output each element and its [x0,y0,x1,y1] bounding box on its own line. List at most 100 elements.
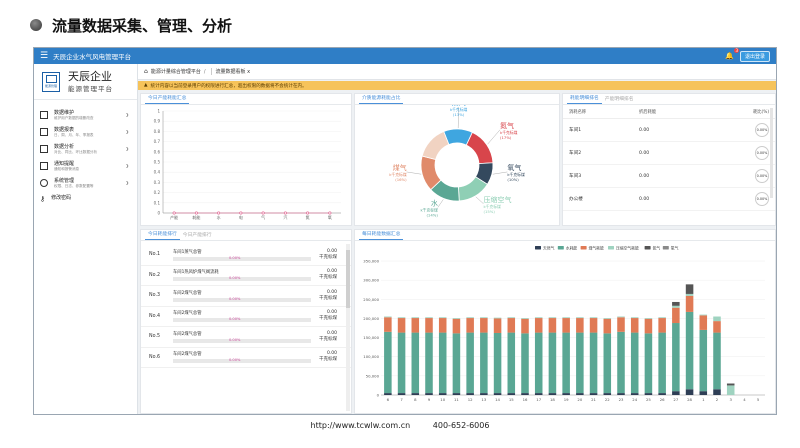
bar-segment [658,332,666,394]
legend-swatch [580,246,587,250]
sidebar-item-system-management[interactable]: 系统管理 权限、日志、参数配置等 ❯ [34,174,137,191]
logout-button[interactable]: 退出登录 [739,50,770,62]
x-tick-label: 25 [646,397,651,402]
donut-chart-panel: 介质能源耗能占比 蒸汽k千克标煤(13%)氮气k千克标煤(17%)氧气k千克标煤… [354,93,560,226]
y-tick-label: 300,000 [363,278,379,283]
bar-segment [411,318,420,333]
bar-segment [452,333,461,394]
bar-segment [507,393,516,395]
tab-production-ranking[interactable]: 产能明细排名 [602,95,637,104]
tab-today-energy-summary[interactable]: 今日产能耗能汇总 [145,94,190,104]
bar-segment [452,393,461,395]
bar-segment [452,318,461,334]
slice-pct-label: (14%) [426,212,438,217]
bar-segment [699,315,708,330]
x-tick-label: 产能 [170,214,178,220]
bar-segment [493,332,502,394]
x-tick-label: 13 [481,397,486,402]
bar-segment [438,332,447,394]
bullet-icon [30,19,42,31]
breadcrumb: ⌂ 能源计量综合管理平台 / 流量数据看板 x [138,64,776,80]
bar-segment [425,393,433,395]
list-item[interactable]: No.5 车间2煤气总管 0.00% 0.00 千克标煤 [141,327,351,348]
scrollbar[interactable] [770,108,773,198]
alert-icon [40,162,48,170]
x-tick-label: 氧 [328,214,332,220]
bar-segment [466,393,474,395]
table-row[interactable]: 车间2 0.00 0.00% [563,142,775,165]
chevron-down-icon: ❯ [125,163,129,168]
bar-segment [438,317,447,319]
table-header: 消耗名称 折后耗能 耗比(%) [563,105,775,119]
sidebar-item-data-reports[interactable]: 数据报表 日、周、月、年、季报表 ❯ [34,123,137,140]
tab-today-consumption-ranking[interactable]: 今日耗能排行 [145,230,180,240]
table-row[interactable]: 办公楼 0.00 0.00% [563,188,775,211]
table-row[interactable]: 车间3 0.00 0.00% [563,165,775,188]
bar-segment [672,323,680,392]
footer-url[interactable]: http://www.tcwlw.com.cn [311,421,411,430]
list-item[interactable]: No.2 车间1热风炉煤气阀流耗 0.00% 0.00 千克标煤 [141,266,351,286]
x-tick-label: 12 [468,397,473,402]
bar-segment [603,333,612,394]
x-tick-label: 气 [261,214,265,220]
y-tick-label: 150,000 [363,335,379,340]
chevron-down-icon: ❯ [125,146,129,151]
bar-segment [672,301,680,306]
warning-icon: ▲ [144,83,148,88]
tab-flow-dashboard[interactable]: 流量数据看板 x [210,68,250,75]
tab-daily-consumption-summary[interactable]: 每日耗能数据汇总 [359,230,404,240]
bar-segment [589,317,598,319]
sidebar: 能源管理 天辰企业 能源管理平台 数据维护 维护用户数据的增删改查 ❯ 数据报表日… [34,64,138,414]
data-point [172,211,176,215]
breadcrumb-root[interactable]: 能源计量综合管理平台 [151,68,201,75]
tab-media-energy-ratio[interactable]: 介质能源耗能占比 [359,94,404,104]
legend-label: 天然气 [543,246,555,251]
bar-segment [411,393,420,395]
bar-segment [672,305,680,308]
scrollbar[interactable] [346,244,350,411]
bell-icon[interactable]: 🔔 3 [725,48,739,60]
hamburger-menu-icon[interactable]: ☰ [40,51,48,61]
x-tick-label: 26 [660,397,665,402]
list-item[interactable]: No.4 车间2煤气总管 0.00% 0.00 千克标煤 [141,307,351,327]
tab-today-production-ranking[interactable]: 今日产能排行 [180,231,215,240]
list-item[interactable]: No.6 车间2煤气总管 0.00% 0.00 千克标煤 [141,348,351,368]
bar-segment [548,393,557,395]
bar-segment [397,317,406,319]
list-item[interactable]: No.3 车间2煤气总管 0.00% 0.00 千克标煤 [141,286,351,307]
bar-segment [534,318,543,333]
x-tick-label: 18 [550,397,555,402]
y-tick-label: 0 [157,211,160,216]
bar-segment [466,332,474,394]
slice-pct-label: (16%) [395,177,407,182]
bar-segment [493,317,502,319]
bar-segment [466,317,474,319]
line-chart-panel: 今日产能耗能汇总 0 0.1 0.2 0.3 0.4 0.5 0.6 0.7 0.8 0.9 1 产能… [140,93,352,226]
y-tick-label: 0.2 [154,190,161,195]
chevron-down-icon: ❯ [125,180,129,185]
bar-segment [384,331,392,394]
legend-swatch [557,246,564,250]
tab-consumption-ranking[interactable]: 耗能明细排名 [567,94,602,104]
bar-segment [589,332,598,394]
sidebar-item-notifications[interactable]: 通知提醒 通知和报警消息 ❯ [34,157,137,174]
slice-pct-label: (10%) [507,177,519,182]
sidebar-item-data-maintenance[interactable]: 数据维护 维护用户数据的增删改查 ❯ [34,106,137,123]
bar-segment [699,314,708,316]
bar-segment [562,393,570,395]
legend-swatch [608,246,614,250]
bar-segment [576,332,584,394]
home-icon[interactable]: ⌂ [144,68,148,75]
bar-segment [658,393,666,395]
app-title: 天辰企业水气风电管理平台 [53,53,132,61]
chevron-down-icon: ❯ [125,129,129,134]
sidebar-item-change-password[interactable]: ⚷ 修改密码 [34,191,137,208]
x-tick-label: 24 [632,397,637,402]
table-row[interactable]: 车间1 0.00 0.00% [563,119,775,142]
close-icon[interactable]: x [247,69,250,75]
bar-segment [644,333,653,394]
sidebar-item-data-analysis[interactable]: 数据分析 对比、同比、环比数据分析 ❯ [34,140,137,157]
bar-segment [576,393,584,395]
bar-segment [521,318,529,319]
list-item[interactable]: No.1 车间1蒸气总管 0.00% 0.00 千克标煤 [141,245,351,266]
